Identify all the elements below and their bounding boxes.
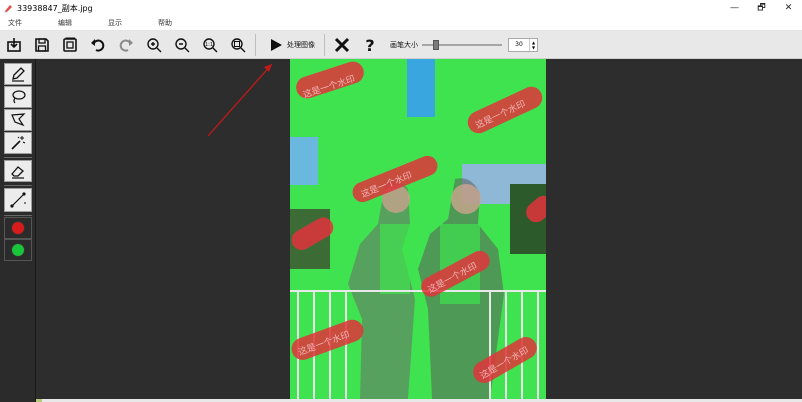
window-controls: — 🗗 ✕ (721, 0, 802, 16)
image-content: 这是一个水印 这是一个水印 这是一个水印 这是一个水印 这是一个水印 这是一个水… (290, 59, 546, 399)
zoom-actual-icon: 1:1 (203, 37, 218, 52)
import-icon (7, 37, 21, 52)
tool-separator (4, 185, 32, 186)
color-red-button[interactable] (4, 217, 32, 239)
svg-text:1:1: 1:1 (205, 42, 213, 48)
tool-lasso[interactable] (4, 86, 32, 108)
save-as-icon (63, 37, 77, 52)
title-bar: 33938847_副本.jpg — 🗗 ✕ (0, 0, 802, 16)
maximize-button[interactable]: 🗗 (748, 0, 775, 16)
polygon-lasso-icon (11, 113, 26, 127)
annotation-arrow (207, 63, 273, 137)
magic-wand-icon (11, 136, 26, 150)
process-image-button[interactable]: 处理图像 (263, 31, 321, 59)
brush-size-slider[interactable] (422, 39, 502, 50)
menu-help[interactable]: 帮助 (150, 18, 200, 28)
redo-button[interactable] (112, 31, 140, 59)
zoom-fit-button[interactable] (224, 31, 252, 59)
spin-down-icon[interactable]: ▼ (532, 45, 535, 50)
brush-size-spinbox[interactable]: ▲ ▼ (508, 37, 538, 52)
close-button[interactable]: ✕ (775, 0, 802, 16)
zoom-actual-button[interactable]: 1:1 (196, 31, 224, 59)
tool-brush[interactable] (4, 63, 32, 85)
pencil-icon (12, 67, 25, 82)
menu-edit[interactable]: 编辑 (50, 18, 100, 28)
red-color-swatch (11, 221, 25, 235)
line-icon (10, 192, 26, 208)
zoom-in-icon (147, 37, 162, 52)
tool-magic-wand[interactable] (4, 132, 32, 154)
undo-icon (91, 38, 105, 52)
tool-line[interactable] (4, 188, 32, 212)
app-icon (4, 5, 12, 13)
lasso-icon (12, 90, 26, 104)
help-question-icon: ? (365, 37, 374, 53)
green-color-swatch (11, 243, 25, 257)
image-canvas[interactable]: 这是一个水印 这是一个水印 这是一个水印 这是一个水印 这是一个水印 这是一个水… (290, 59, 546, 399)
spin-arrows[interactable]: ▲ ▼ (529, 38, 537, 51)
brush-size-label: 画笔大小 (390, 40, 418, 49)
menu-file[interactable]: 文件 (0, 18, 50, 28)
sky-patch (407, 59, 435, 117)
tool-panel (0, 59, 36, 402)
save-as-button[interactable] (56, 31, 84, 59)
svg-text:?: ? (365, 37, 374, 53)
masked-body (380, 224, 410, 294)
import-button[interactable] (0, 31, 28, 59)
undo-button[interactable] (84, 31, 112, 59)
slider-thumb[interactable] (433, 39, 440, 50)
zoom-fit-icon (231, 37, 246, 52)
help-button[interactable]: ? (356, 31, 384, 59)
sky-patch (290, 137, 318, 185)
face-right (451, 184, 481, 214)
menu-view[interactable]: 显示 (100, 18, 150, 28)
color-green-button[interactable] (4, 239, 32, 261)
window-title: 33938847_副本.jpg (17, 3, 93, 13)
redo-icon (119, 38, 133, 52)
menu-bar: 文件 编辑 显示 帮助 (0, 16, 802, 31)
toolbar-separator (255, 33, 256, 56)
save-button[interactable] (28, 31, 56, 59)
tool-separator (4, 215, 32, 216)
toolbar-separator (324, 33, 325, 56)
tool-polygon-lasso[interactable] (4, 109, 32, 131)
cancel-button[interactable] (328, 31, 356, 59)
brush-size-input[interactable] (509, 38, 529, 51)
toolbar: 1:1 处理图像 ? 画笔大小 ▲ ▼ (0, 31, 802, 59)
zoom-out-button[interactable] (168, 31, 196, 59)
minimize-button[interactable]: — (721, 0, 748, 16)
eraser-icon (11, 166, 24, 179)
save-icon (35, 37, 49, 52)
tool-separator (4, 157, 32, 158)
tool-eraser[interactable] (4, 160, 32, 182)
zoom-out-icon (175, 37, 190, 52)
zoom-in-button[interactable] (140, 31, 168, 59)
cancel-x-icon (334, 37, 350, 52)
play-icon (271, 38, 282, 51)
process-image-label: 处理图像 (287, 40, 315, 49)
